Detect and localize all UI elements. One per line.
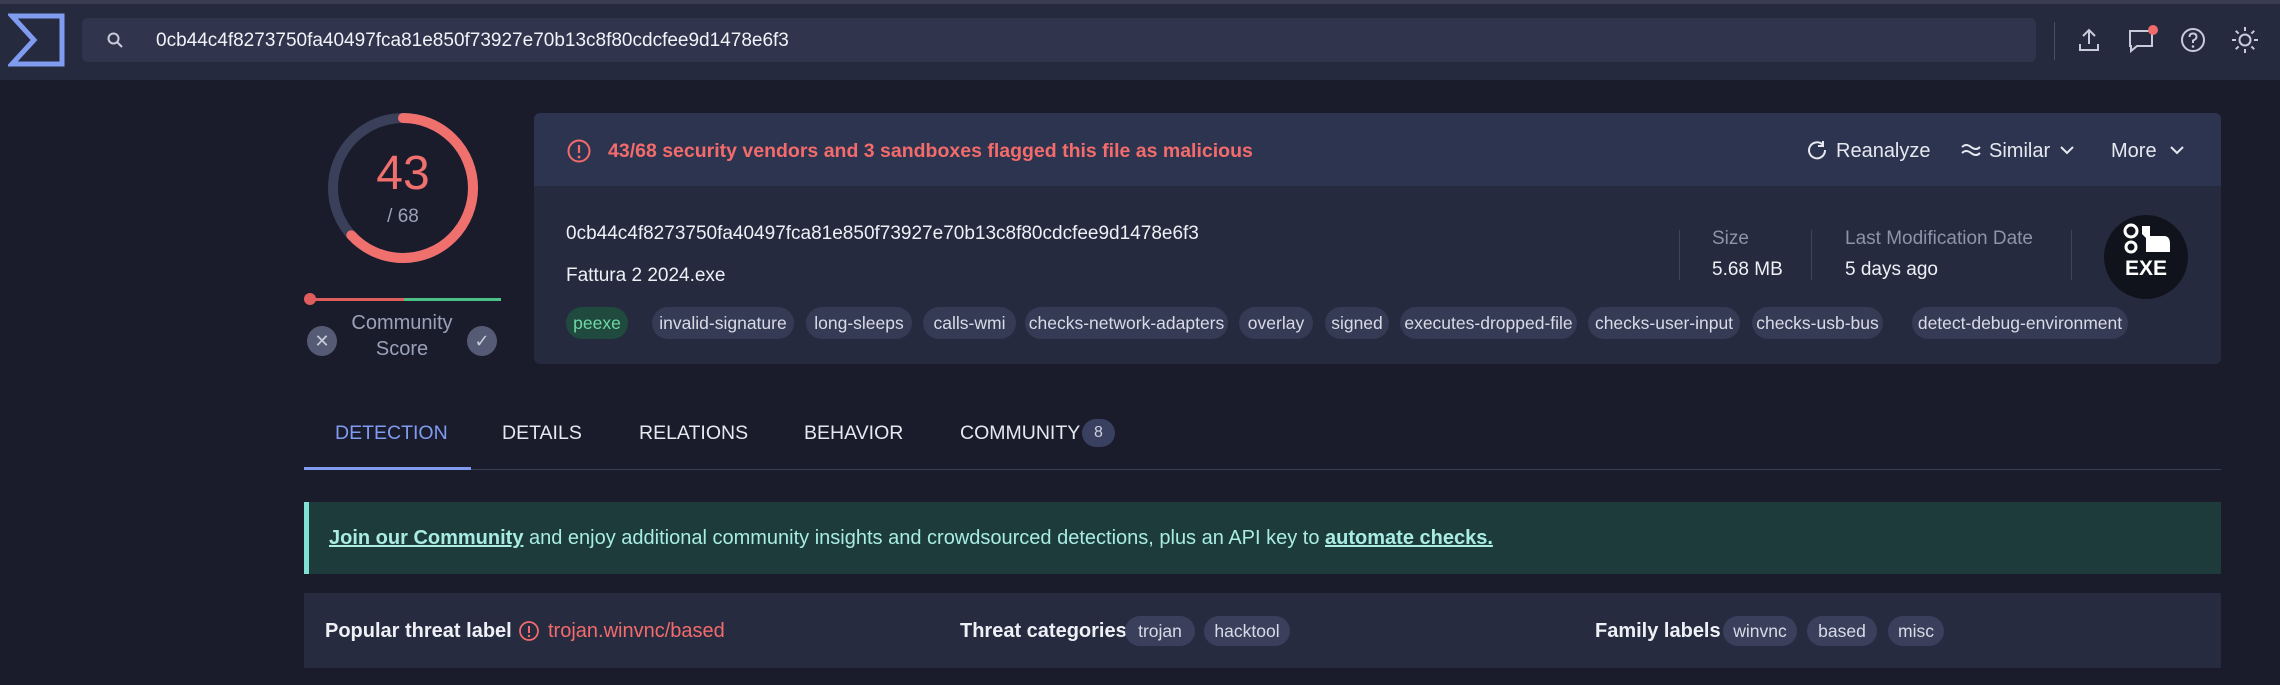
- automate-checks-link[interactable]: automate checks.: [1325, 527, 1493, 549]
- header-divider: [2054, 22, 2055, 60]
- family-label-chip[interactable]: based: [1807, 616, 1877, 646]
- threat-categories-label: Threat categories: [960, 620, 1127, 642]
- tag-chip[interactable]: executes-dropped-file: [1400, 307, 1577, 339]
- theme-icon[interactable]: [2229, 24, 2261, 56]
- search-icon: [107, 32, 123, 48]
- file-name: Fattura 2 2024.exe: [566, 265, 726, 286]
- size-label: Size: [1712, 228, 1749, 249]
- virustotal-logo-icon[interactable]: [8, 12, 66, 68]
- tab-relations[interactable]: RELATIONS: [639, 420, 748, 446]
- meta-divider: [1679, 230, 1680, 280]
- vote-malicious-button[interactable]: ✕: [307, 326, 337, 356]
- join-community-link[interactable]: Join our Community: [329, 527, 523, 549]
- help-icon[interactable]: [2177, 24, 2209, 56]
- tab-community[interactable]: COMMUNITY: [960, 420, 1080, 446]
- community-banner-text: Join our Community and enjoy additional …: [329, 527, 1493, 549]
- gears-icon: [2123, 223, 2170, 254]
- community-score-label: Community Score: [351, 312, 453, 360]
- tab-behavior[interactable]: BEHAVIOR: [804, 420, 903, 446]
- threat-category-chip[interactable]: hacktool: [1204, 616, 1290, 646]
- popular-threat-label: Popular threat label: [325, 620, 512, 642]
- family-label-chip[interactable]: misc: [1888, 616, 1944, 646]
- tag-chip[interactable]: signed: [1325, 307, 1389, 339]
- reanalyze-icon: [1808, 141, 1827, 160]
- search-input[interactable]: [154, 24, 2018, 58]
- meta-divider: [2071, 230, 2072, 280]
- similar-button[interactable]: Similar: [1989, 138, 2050, 164]
- similar-icon: [1961, 144, 1981, 156]
- tag-chip[interactable]: long-sleeps: [806, 307, 912, 339]
- chevron-down-icon[interactable]: [2056, 139, 2078, 161]
- last-modification-value: 5 days ago: [1845, 259, 1938, 280]
- tab-details[interactable]: DETAILS: [502, 420, 582, 446]
- community-score-positive: [404, 298, 501, 301]
- tab-detection[interactable]: DETECTION: [335, 420, 448, 446]
- tag-chip[interactable]: detect-debug-environment: [1912, 307, 2128, 339]
- family-labels-label: Family labels: [1595, 620, 1721, 642]
- community-score-negative: [306, 298, 404, 301]
- size-value: 5.68 MB: [1712, 259, 1783, 280]
- file-type-label: EXE: [2124, 257, 2168, 280]
- upload-icon[interactable]: [2073, 24, 2105, 56]
- notification-dot: [2148, 25, 2158, 35]
- family-label-chip[interactable]: winvnc: [1723, 616, 1797, 646]
- detection-alert-text: 43/68 security vendors and 3 sandboxes f…: [608, 140, 1253, 162]
- community-count-badge: 8: [1082, 419, 1115, 447]
- tag-chip[interactable]: calls-wmi: [923, 307, 1016, 339]
- vote-harmless-button[interactable]: ✓: [467, 326, 497, 356]
- threat-category-chip[interactable]: trojan: [1125, 616, 1195, 646]
- alert-icon: [567, 139, 591, 163]
- detection-count: 43: [376, 147, 430, 200]
- popular-threat-value[interactable]: trojan.winvnc/based: [548, 618, 725, 644]
- tag-chip[interactable]: overlay: [1239, 307, 1313, 339]
- reanalyze-button[interactable]: Reanalyze: [1836, 138, 1931, 164]
- community-score-marker: [304, 293, 316, 305]
- tabs-divider: [304, 469, 2221, 470]
- detection-total: / 68: [387, 206, 419, 227]
- tag-chip[interactable]: checks-usb-bus: [1752, 307, 1883, 339]
- search-bar[interactable]: [82, 18, 2036, 62]
- more-button[interactable]: More: [2111, 138, 2157, 164]
- active-tab-indicator: [304, 467, 471, 470]
- chevron-down-icon[interactable]: [2166, 139, 2188, 161]
- tag-chip[interactable]: checks-user-input: [1588, 307, 1740, 339]
- tag-chip[interactable]: checks-network-adapters: [1025, 307, 1228, 339]
- meta-divider: [1811, 230, 1812, 280]
- file-hash[interactable]: 0cb44c4f8273750fa40497fca81e850f73927e70…: [566, 223, 1199, 245]
- tag-chip[interactable]: peexe: [566, 307, 628, 339]
- last-modification-label: Last Modification Date: [1845, 228, 2033, 249]
- alert-icon: [519, 621, 539, 641]
- tag-chip[interactable]: invalid-signature: [652, 307, 794, 339]
